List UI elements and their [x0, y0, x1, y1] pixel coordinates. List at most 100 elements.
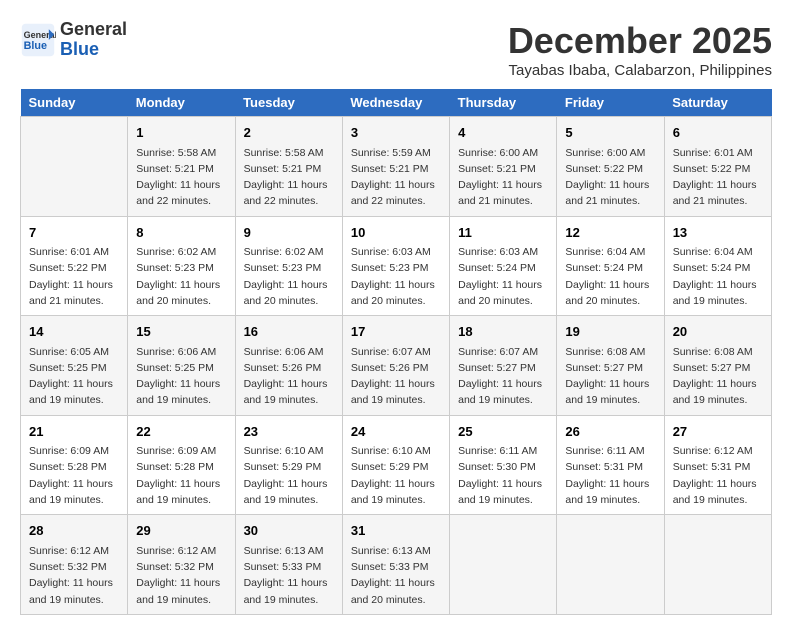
location: Tayabas Ibaba, Calabarzon, Philippines — [508, 62, 772, 79]
day-info: Sunrise: 6:07 AMSunset: 5:27 PMDaylight:… — [458, 344, 548, 409]
day-number: 10 — [351, 223, 441, 243]
day-number: 26 — [565, 422, 655, 442]
week-row-2: 7Sunrise: 6:01 AMSunset: 5:22 PMDaylight… — [21, 216, 772, 316]
calendar-cell: 17Sunrise: 6:07 AMSunset: 5:26 PMDayligh… — [342, 316, 449, 416]
day-number: 17 — [351, 322, 441, 342]
calendar-cell: 20Sunrise: 6:08 AMSunset: 5:27 PMDayligh… — [664, 316, 771, 416]
day-info: Sunrise: 5:58 AMSunset: 5:21 PMDaylight:… — [136, 145, 226, 210]
day-number: 29 — [136, 521, 226, 541]
day-number: 31 — [351, 521, 441, 541]
day-info: Sunrise: 6:03 AMSunset: 5:24 PMDaylight:… — [458, 244, 548, 309]
day-info: Sunrise: 6:13 AMSunset: 5:33 PMDaylight:… — [244, 543, 334, 608]
day-info: Sunrise: 6:04 AMSunset: 5:24 PMDaylight:… — [673, 244, 763, 309]
logo-icon: General Blue — [20, 22, 56, 58]
day-number: 9 — [244, 223, 334, 243]
day-number: 11 — [458, 223, 548, 243]
day-number: 20 — [673, 322, 763, 342]
day-info: Sunrise: 6:09 AMSunset: 5:28 PMDaylight:… — [136, 443, 226, 508]
day-number: 18 — [458, 322, 548, 342]
day-info: Sunrise: 5:58 AMSunset: 5:21 PMDaylight:… — [244, 145, 334, 210]
day-number: 4 — [458, 123, 548, 143]
day-info: Sunrise: 6:12 AMSunset: 5:31 PMDaylight:… — [673, 443, 763, 508]
calendar-cell: 11Sunrise: 6:03 AMSunset: 5:24 PMDayligh… — [450, 216, 557, 316]
month-title: December 2025 — [508, 20, 772, 62]
day-info: Sunrise: 6:01 AMSunset: 5:22 PMDaylight:… — [673, 145, 763, 210]
calendar-cell: 31Sunrise: 6:13 AMSunset: 5:33 PMDayligh… — [342, 515, 449, 615]
day-info: Sunrise: 5:59 AMSunset: 5:21 PMDaylight:… — [351, 145, 441, 210]
logo: General Blue General Blue — [20, 20, 127, 60]
day-info: Sunrise: 6:10 AMSunset: 5:29 PMDaylight:… — [351, 443, 441, 508]
day-number: 6 — [673, 123, 763, 143]
calendar-cell: 24Sunrise: 6:10 AMSunset: 5:29 PMDayligh… — [342, 415, 449, 515]
day-number: 8 — [136, 223, 226, 243]
calendar-cell: 21Sunrise: 6:09 AMSunset: 5:28 PMDayligh… — [21, 415, 128, 515]
calendar-cell — [557, 515, 664, 615]
day-number: 12 — [565, 223, 655, 243]
calendar-cell — [450, 515, 557, 615]
day-number: 19 — [565, 322, 655, 342]
day-info: Sunrise: 6:06 AMSunset: 5:25 PMDaylight:… — [136, 344, 226, 409]
header-day-friday: Friday — [557, 89, 664, 117]
day-info: Sunrise: 6:13 AMSunset: 5:33 PMDaylight:… — [351, 543, 441, 608]
day-number: 3 — [351, 123, 441, 143]
calendar-cell — [21, 117, 128, 217]
day-info: Sunrise: 6:11 AMSunset: 5:30 PMDaylight:… — [458, 443, 548, 508]
calendar-cell: 18Sunrise: 6:07 AMSunset: 5:27 PMDayligh… — [450, 316, 557, 416]
day-number: 16 — [244, 322, 334, 342]
calendar-header-row: SundayMondayTuesdayWednesdayThursdayFrid… — [21, 89, 772, 117]
header-day-monday: Monday — [128, 89, 235, 117]
day-number: 21 — [29, 422, 119, 442]
header-day-saturday: Saturday — [664, 89, 771, 117]
calendar-cell: 12Sunrise: 6:04 AMSunset: 5:24 PMDayligh… — [557, 216, 664, 316]
day-number: 7 — [29, 223, 119, 243]
calendar-cell: 4Sunrise: 6:00 AMSunset: 5:21 PMDaylight… — [450, 117, 557, 217]
day-number: 13 — [673, 223, 763, 243]
day-number: 5 — [565, 123, 655, 143]
calendar-cell: 29Sunrise: 6:12 AMSunset: 5:32 PMDayligh… — [128, 515, 235, 615]
calendar-cell: 28Sunrise: 6:12 AMSunset: 5:32 PMDayligh… — [21, 515, 128, 615]
day-number: 14 — [29, 322, 119, 342]
day-number: 25 — [458, 422, 548, 442]
calendar-cell: 15Sunrise: 6:06 AMSunset: 5:25 PMDayligh… — [128, 316, 235, 416]
calendar-cell: 30Sunrise: 6:13 AMSunset: 5:33 PMDayligh… — [235, 515, 342, 615]
day-info: Sunrise: 6:08 AMSunset: 5:27 PMDaylight:… — [673, 344, 763, 409]
week-row-1: 1Sunrise: 5:58 AMSunset: 5:21 PMDaylight… — [21, 117, 772, 217]
calendar-cell: 22Sunrise: 6:09 AMSunset: 5:28 PMDayligh… — [128, 415, 235, 515]
calendar-cell: 8Sunrise: 6:02 AMSunset: 5:23 PMDaylight… — [128, 216, 235, 316]
day-info: Sunrise: 6:04 AMSunset: 5:24 PMDaylight:… — [565, 244, 655, 309]
calendar-cell: 16Sunrise: 6:06 AMSunset: 5:26 PMDayligh… — [235, 316, 342, 416]
calendar-cell: 5Sunrise: 6:00 AMSunset: 5:22 PMDaylight… — [557, 117, 664, 217]
week-row-5: 28Sunrise: 6:12 AMSunset: 5:32 PMDayligh… — [21, 515, 772, 615]
calendar-table: SundayMondayTuesdayWednesdayThursdayFrid… — [20, 89, 772, 615]
calendar-cell: 2Sunrise: 5:58 AMSunset: 5:21 PMDaylight… — [235, 117, 342, 217]
week-row-4: 21Sunrise: 6:09 AMSunset: 5:28 PMDayligh… — [21, 415, 772, 515]
calendar-cell: 14Sunrise: 6:05 AMSunset: 5:25 PMDayligh… — [21, 316, 128, 416]
day-info: Sunrise: 6:08 AMSunset: 5:27 PMDaylight:… — [565, 344, 655, 409]
day-info: Sunrise: 6:12 AMSunset: 5:32 PMDaylight:… — [136, 543, 226, 608]
day-number: 24 — [351, 422, 441, 442]
day-number: 30 — [244, 521, 334, 541]
day-number: 27 — [673, 422, 763, 442]
day-number: 15 — [136, 322, 226, 342]
calendar-cell: 10Sunrise: 6:03 AMSunset: 5:23 PMDayligh… — [342, 216, 449, 316]
header: General Blue General Blue December 2025 … — [20, 20, 772, 79]
day-info: Sunrise: 6:09 AMSunset: 5:28 PMDaylight:… — [29, 443, 119, 508]
calendar-cell: 1Sunrise: 5:58 AMSunset: 5:21 PMDaylight… — [128, 117, 235, 217]
calendar-cell: 25Sunrise: 6:11 AMSunset: 5:30 PMDayligh… — [450, 415, 557, 515]
header-day-sunday: Sunday — [21, 89, 128, 117]
calendar-cell: 26Sunrise: 6:11 AMSunset: 5:31 PMDayligh… — [557, 415, 664, 515]
day-info: Sunrise: 6:00 AMSunset: 5:21 PMDaylight:… — [458, 145, 548, 210]
day-info: Sunrise: 6:06 AMSunset: 5:26 PMDaylight:… — [244, 344, 334, 409]
day-info: Sunrise: 6:07 AMSunset: 5:26 PMDaylight:… — [351, 344, 441, 409]
day-number: 2 — [244, 123, 334, 143]
calendar-cell: 3Sunrise: 5:59 AMSunset: 5:21 PMDaylight… — [342, 117, 449, 217]
day-info: Sunrise: 6:03 AMSunset: 5:23 PMDaylight:… — [351, 244, 441, 309]
day-info: Sunrise: 6:05 AMSunset: 5:25 PMDaylight:… — [29, 344, 119, 409]
header-day-thursday: Thursday — [450, 89, 557, 117]
day-number: 23 — [244, 422, 334, 442]
calendar-cell: 27Sunrise: 6:12 AMSunset: 5:31 PMDayligh… — [664, 415, 771, 515]
day-info: Sunrise: 6:02 AMSunset: 5:23 PMDaylight:… — [136, 244, 226, 309]
calendar-cell: 13Sunrise: 6:04 AMSunset: 5:24 PMDayligh… — [664, 216, 771, 316]
calendar-cell: 19Sunrise: 6:08 AMSunset: 5:27 PMDayligh… — [557, 316, 664, 416]
week-row-3: 14Sunrise: 6:05 AMSunset: 5:25 PMDayligh… — [21, 316, 772, 416]
